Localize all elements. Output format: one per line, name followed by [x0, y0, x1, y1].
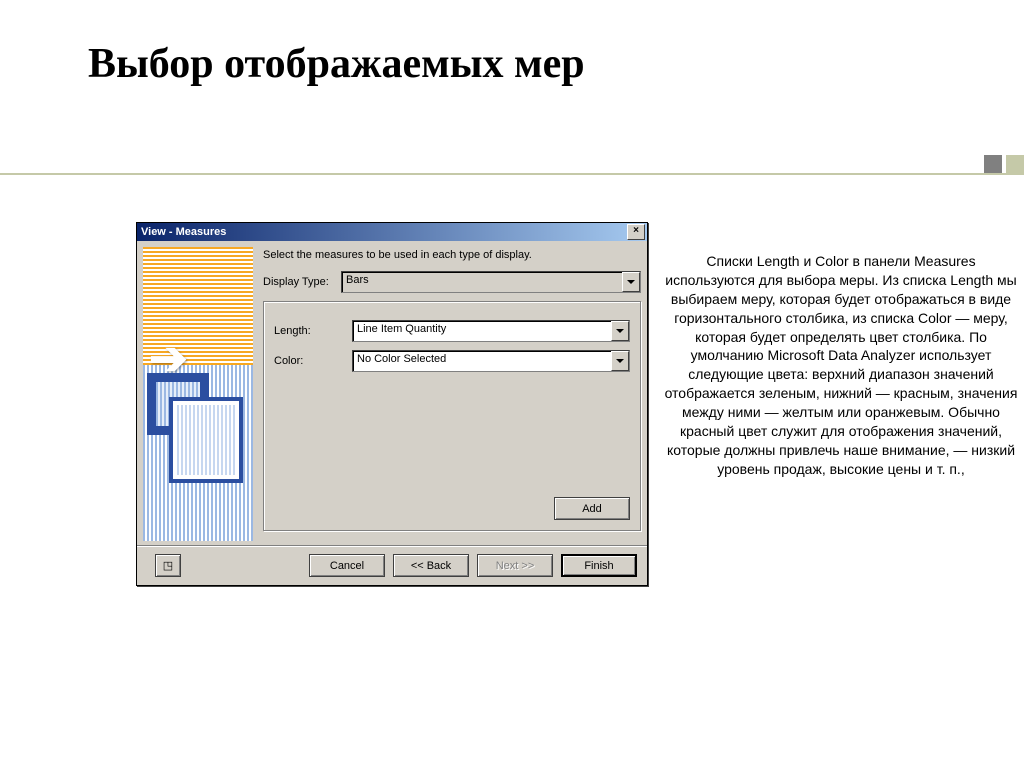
dialog-title: View - Measures [141, 226, 627, 238]
display-type-value: Bars [342, 272, 622, 292]
slide-side-text: Списки Length и Color в панели Measures … [660, 252, 1022, 479]
chevron-down-icon[interactable] [611, 321, 629, 341]
close-button[interactable]: × [627, 224, 645, 240]
wizard-buttons: ◳ Cancel << Back Next >> Finish [137, 545, 647, 585]
length-combo[interactable]: Line Item Quantity [352, 320, 630, 342]
finish-button[interactable]: Finish [561, 554, 637, 577]
back-button[interactable]: << Back [393, 554, 469, 577]
display-type-label: Display Type: [263, 276, 341, 288]
wizard-illustration: ➔ [143, 247, 253, 541]
slide-decor [984, 155, 1024, 173]
dialog-instruction: Select the measures to be used in each t… [263, 249, 641, 261]
add-button[interactable]: Add [554, 497, 630, 520]
titlebar[interactable]: View - Measures × [137, 223, 647, 241]
length-label: Length: [274, 325, 352, 337]
cancel-button[interactable]: Cancel [309, 554, 385, 577]
help-button[interactable]: ◳ [155, 554, 181, 577]
measures-group: Length: Line Item Quantity Color: No Col… [263, 301, 641, 531]
slide-divider [0, 173, 1024, 175]
chevron-down-icon[interactable] [611, 351, 629, 371]
color-value: No Color Selected [353, 351, 611, 371]
slide-title: Выбор отображаемых мер [88, 40, 585, 88]
chevron-down-icon[interactable] [622, 272, 640, 292]
color-label: Color: [274, 355, 352, 367]
display-type-combo[interactable]: Bars [341, 271, 641, 293]
help-icon: ◳ [163, 560, 173, 572]
document-front-icon [169, 397, 243, 483]
length-value: Line Item Quantity [353, 321, 611, 341]
next-button: Next >> [477, 554, 553, 577]
view-measures-dialog: View - Measures × ➔ Select the measures … [136, 222, 648, 586]
color-combo[interactable]: No Color Selected [352, 350, 630, 372]
